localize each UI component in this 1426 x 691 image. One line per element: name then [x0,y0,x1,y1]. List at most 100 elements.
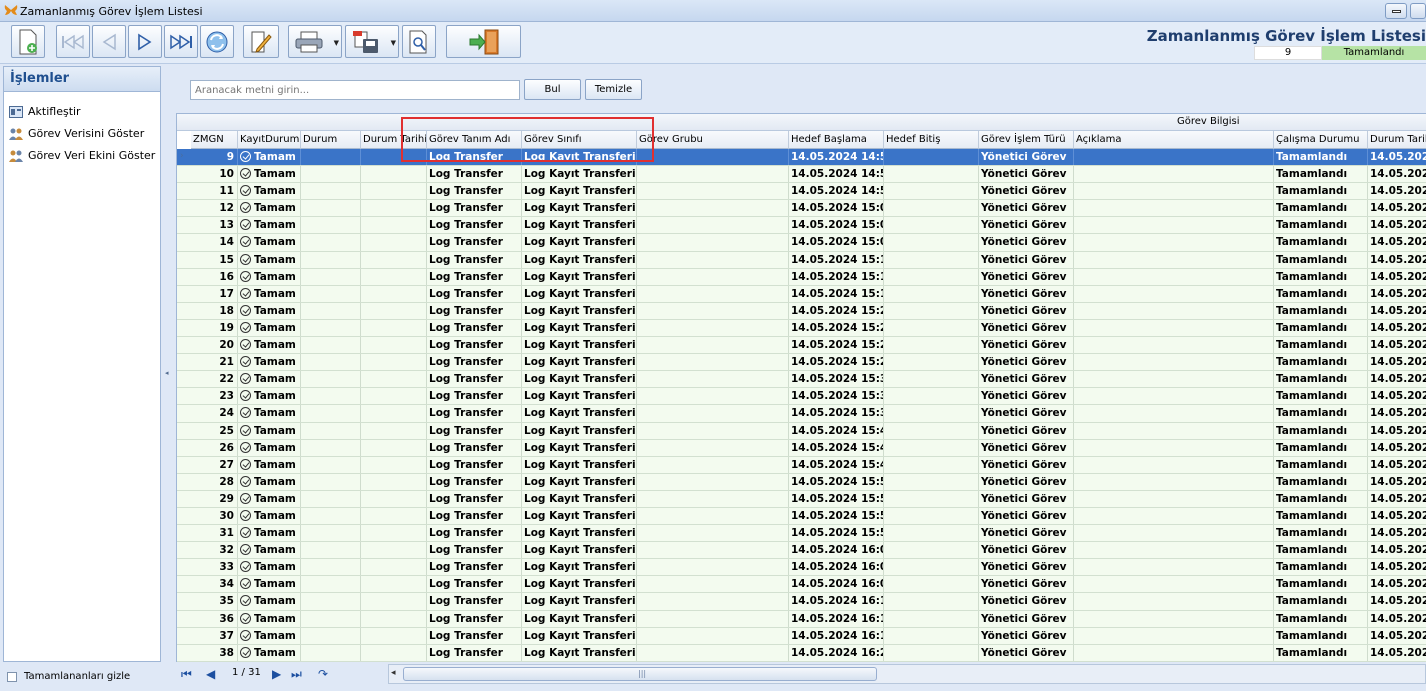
cell-durum[interactable] [301,576,361,593]
clear-button[interactable]: Temizle [585,79,642,100]
cell-durum-tarihi-2[interactable]: 14.05.2024 [1368,354,1426,370]
cell-kayit-durumu[interactable]: Tamam [238,371,301,388]
table-row[interactable]: 33 Tamam Log Transfer Log Kayıt Transferi 14… [177,559,1426,577]
cell-durum-tarihi[interactable] [361,166,427,183]
cell-gorev-tanim-adi[interactable]: Log Transfer [427,319,522,337]
cell-durum-tarihi-2[interactable]: 14.05.2024 [1368,423,1426,439]
cell-zmgn[interactable]: 22 [191,371,238,388]
cell-kayit-durumu[interactable]: Tamam [238,405,301,422]
cell-zmgn[interactable]: 34 [191,576,238,593]
cell-hedef-baslama[interactable]: 14.05.2024 15:17 [789,285,884,302]
previous-record-button[interactable] [92,25,126,58]
cell-durum-tarihi[interactable] [361,268,427,285]
cell-calisma-durumu[interactable]: Tamamlandı [1274,200,1368,217]
maximize-button[interactable] [1410,3,1426,19]
table-row[interactable]: 36 Tamam Log Transfer Log Kayıt Transferi 14… [177,610,1426,628]
cell-durum-tarihi-2[interactable]: 14.05.2024 [1368,611,1426,627]
cell-durum-tarihi[interactable] [361,371,427,388]
cell-hedef-bitis[interactable] [884,576,979,593]
cell-durum-tarihi-2[interactable]: 14.05.2024 [1368,252,1426,268]
cell-zmgn[interactable]: 36 [191,610,238,627]
cell-durum-tarihi[interactable] [361,473,427,490]
nav-next-icon[interactable]: ▶ [272,668,281,680]
cell-gorev-islem-turu[interactable]: Yönetici Görev [979,610,1074,627]
table-row[interactable]: 38 Tamam Log Transfer Log Kayıt Transferi 14… [177,644,1426,662]
cell-zmgn[interactable]: 17 [191,285,238,302]
cell-gorev-grubu[interactable] [637,354,789,371]
cell-durum[interactable] [301,166,361,183]
cell-gorev-sinifi[interactable]: Log Kayıt Transferi [522,593,637,610]
col-aciklama-header[interactable]: Açıklama [1074,131,1274,149]
cell-durum-tarihi[interactable] [361,217,427,234]
cell-hedef-baslama[interactable]: 14.05.2024 16:17 [789,627,884,644]
cell-durum-tarihi-2[interactable]: 14.05.2024 [1368,576,1426,592]
cell-durum-tarihi-2[interactable]: 14.05.2024 [1368,371,1426,387]
cell-kayit-durumu[interactable]: Tamam [238,268,301,285]
cell-gorev-islem-turu[interactable]: Yönetici Görev [979,371,1074,388]
cell-zmgn[interactable]: 18 [191,302,238,319]
cell-kayit-durumu[interactable]: Tamam [238,234,301,251]
cell-gorev-grubu[interactable] [637,644,789,661]
cell-hedef-bitis[interactable] [884,627,979,644]
cell-gorev-islem-turu[interactable]: Yönetici Görev [979,525,1074,542]
cell-gorev-tanim-adi[interactable]: Log Transfer [427,644,522,661]
cell-gorev-sinifi[interactable]: Log Kayıt Transferi [522,405,637,422]
cell-gorev-islem-turu[interactable]: Yönetici Görev [979,337,1074,354]
cell-hedef-baslama[interactable]: 14.05.2024 15:08 [789,234,884,251]
cell-gorev-grubu[interactable] [637,507,789,525]
cell-durum[interactable] [301,183,361,200]
cell-durum[interactable] [301,319,361,337]
cell-durum-tarihi[interactable] [361,251,427,268]
cell-aciklama[interactable] [1074,644,1274,661]
cell-gorev-sinifi[interactable]: Log Kayıt Transferi [522,439,637,456]
hide-completed-option[interactable]: Tamamlananları gizle [3,666,161,688]
cell-gorev-tanim-adi[interactable]: Log Transfer [427,576,522,593]
cell-gorev-tanim-adi[interactable]: Log Transfer [427,337,522,354]
cell-durum-tarihi[interactable] [361,610,427,627]
table-row[interactable]: 16 Tamam Log Transfer Log Kayıt Transferi 14… [177,268,1426,286]
cell-gorev-tanim-adi[interactable]: Log Transfer [427,490,522,507]
table-row[interactable]: 12 Tamam Log Transfer Log Kayıt Transferi 14… [177,200,1426,218]
cell-hedef-bitis[interactable] [884,422,979,439]
cell-hedef-bitis[interactable] [884,525,979,542]
table-row[interactable]: 20 Tamam Log Transfer Log Kayıt Transferi 14… [177,337,1426,355]
cell-gorev-tanim-adi[interactable]: Log Transfer [427,183,522,200]
cell-hedef-bitis[interactable] [884,371,979,388]
cell-gorev-sinifi[interactable]: Log Kayıt Transferi [522,507,637,525]
cell-kayit-durumu[interactable]: Tamam [238,490,301,507]
cell-durum-tarihi-2[interactable]: 14.05.2024 [1368,508,1426,524]
cell-durum-tarihi[interactable] [361,388,427,405]
cell-durum-tarihi[interactable] [361,593,427,610]
print-button[interactable]: ▼ [288,25,342,58]
cell-calisma-durumu[interactable]: Tamamlandı [1274,166,1368,183]
cell-zmgn[interactable]: 9 [191,149,238,166]
cell-kayit-durumu[interactable]: Tamam [238,644,301,661]
cell-durum-tarihi[interactable] [361,525,427,542]
cell-gorev-tanim-adi[interactable]: Log Transfer [427,302,522,319]
edit-button[interactable] [243,25,279,58]
cell-hedef-bitis[interactable] [884,183,979,200]
col-hedef-baslama-header[interactable]: Hedef Başlama [789,131,884,149]
cell-aciklama[interactable] [1074,610,1274,627]
cell-durum-tarihi[interactable] [361,234,427,251]
cell-gorev-islem-turu[interactable]: Yönetici Görev [979,405,1074,422]
cell-durum[interactable] [301,354,361,371]
cell-durum-tarihi-2[interactable]: 14.05.2024 [1368,337,1426,353]
cell-durum-tarihi-2[interactable]: 14.05.2024 [1368,440,1426,456]
cell-durum-tarihi-2[interactable]: 14.05.2024 [1368,234,1426,250]
cell-durum[interactable] [301,593,361,610]
cell-durum-tarihi[interactable] [361,439,427,456]
cell-gorev-grubu[interactable] [637,422,789,439]
cell-hedef-bitis[interactable] [884,593,979,610]
cell-hedef-bitis[interactable] [884,439,979,456]
cell-kayit-durumu[interactable]: Tamam [238,422,301,439]
cell-durum[interactable] [301,559,361,576]
table-row[interactable]: 30 Tamam Log Transfer Log Kayıt Transferi 14… [177,507,1426,526]
cell-aciklama[interactable] [1074,627,1274,644]
cell-zmgn[interactable]: 30 [191,507,238,525]
cell-durum-tarihi-2[interactable]: 14.05.2024 [1368,593,1426,609]
cell-gorev-tanim-adi[interactable]: Log Transfer [427,593,522,610]
cell-zmgn[interactable]: 38 [191,644,238,661]
cell-durum[interactable] [301,456,361,473]
cell-zmgn[interactable]: 11 [191,183,238,200]
